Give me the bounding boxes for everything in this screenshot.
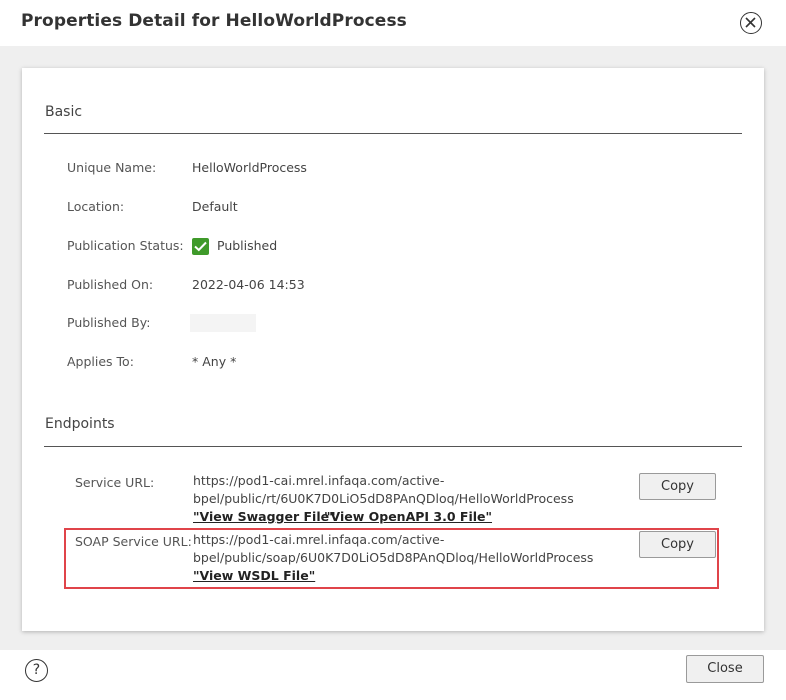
dialog-footer bbox=[0, 650, 786, 700]
view-swagger-file-link[interactable]: "View Swagger File" bbox=[193, 509, 336, 524]
close-button[interactable]: Close bbox=[686, 655, 764, 683]
service-url-line2: bpel/public/rt/6U0K7D0LiO5dD8PAnQDloq/He… bbox=[193, 491, 574, 506]
publication-status-label: Publication Status: bbox=[67, 238, 184, 253]
close-icon[interactable] bbox=[740, 12, 762, 34]
help-icon[interactable]: ? bbox=[25, 659, 48, 682]
publication-status-value: Published bbox=[217, 238, 278, 253]
unique-name-label: Unique Name: bbox=[67, 160, 157, 175]
published-by-value-redacted bbox=[190, 314, 256, 332]
endpoints-section-title: Endpoints bbox=[45, 416, 115, 432]
close-icon-glyph bbox=[745, 17, 756, 28]
unique-name-value: HelloWorldProcess bbox=[192, 160, 307, 175]
basic-section-divider bbox=[44, 133, 742, 134]
checkmark-glyph bbox=[194, 241, 207, 252]
dialog-titlebar: Properties Detail for HelloWorldProcess bbox=[0, 0, 786, 46]
copy-service-url-button[interactable]: Copy bbox=[639, 473, 716, 500]
view-openapi-file-link[interactable]: "View OpenAPI 3.0 File" bbox=[324, 509, 492, 524]
checkmark-icon bbox=[192, 238, 209, 255]
applies-to-value: * Any * bbox=[192, 354, 237, 369]
properties-dialog: Properties Detail for HelloWorldProcess … bbox=[0, 0, 786, 700]
properties-card: Basic Unique Name: HelloWorldProcess Loc… bbox=[22, 68, 764, 631]
applies-to-label: Applies To: bbox=[67, 354, 134, 369]
location-label: Location: bbox=[67, 199, 125, 214]
service-url-line1: https://pod1-cai.mrel.infaqa.com/active- bbox=[193, 473, 445, 488]
service-url-label: Service URL: bbox=[75, 475, 155, 490]
basic-section-title: Basic bbox=[45, 104, 83, 120]
published-by-label: Published By: bbox=[67, 315, 151, 330]
published-on-value: 2022-04-06 14:53 bbox=[192, 277, 305, 292]
soap-url-highlight-box bbox=[64, 528, 719, 589]
endpoints-section-divider bbox=[44, 446, 742, 447]
dialog-title: Properties Detail for HelloWorldProcess bbox=[21, 11, 407, 31]
published-on-label: Published On: bbox=[67, 277, 154, 292]
location-value: Default bbox=[192, 199, 238, 214]
